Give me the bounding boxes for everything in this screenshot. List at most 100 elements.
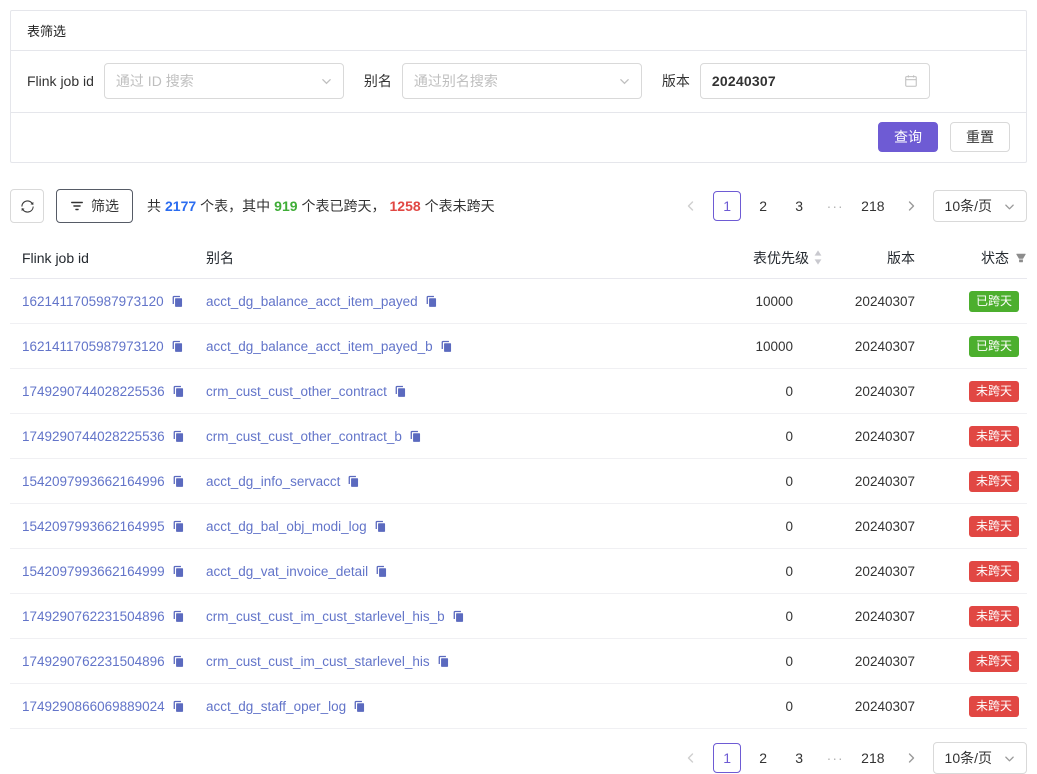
header-status[interactable]: 状态 bbox=[915, 248, 1027, 268]
filter-toggle-button[interactable]: 筛选 bbox=[56, 189, 133, 223]
version-cell: 20240307 bbox=[823, 609, 915, 624]
header-priority[interactable]: 表优先级 bbox=[663, 248, 823, 268]
flink-job-id-link[interactable]: 1749290866069889024 bbox=[22, 699, 165, 714]
flink-job-id-cell: 1621411705987973120 bbox=[10, 294, 206, 309]
page-size-select[interactable]: 10条/页 bbox=[933, 190, 1027, 222]
alias-link[interactable]: acct_dg_vat_invoice_detail bbox=[206, 564, 368, 579]
flink-job-id-cell: 1749290744028225536 bbox=[10, 384, 206, 399]
copy-icon[interactable] bbox=[440, 340, 453, 353]
copy-icon[interactable] bbox=[172, 610, 185, 623]
flink-job-id-cell: 1749290744028225536 bbox=[10, 429, 206, 444]
pagination-prev-button[interactable] bbox=[677, 191, 705, 221]
copy-icon[interactable] bbox=[172, 565, 185, 578]
flink-job-id-cell: 1749290762231504896 bbox=[10, 654, 206, 669]
copy-icon[interactable] bbox=[172, 655, 185, 668]
copy-icon[interactable] bbox=[374, 520, 387, 533]
reset-button[interactable]: 重置 bbox=[950, 122, 1010, 152]
copy-icon[interactable] bbox=[172, 385, 185, 398]
alias-link[interactable]: acct_dg_bal_obj_modi_log bbox=[206, 519, 367, 534]
flink-job-id-link[interactable]: 1542097993662164995 bbox=[22, 519, 165, 534]
copy-icon[interactable] bbox=[172, 520, 185, 533]
filter-toggle-label: 筛选 bbox=[91, 196, 119, 216]
version-cell: 20240307 bbox=[823, 654, 915, 669]
copy-icon[interactable] bbox=[394, 385, 407, 398]
copy-icon[interactable] bbox=[172, 430, 185, 443]
copy-icon[interactable] bbox=[353, 700, 366, 713]
flink-job-id-link[interactable]: 1749290762231504896 bbox=[22, 609, 165, 624]
query-button[interactable]: 查询 bbox=[878, 122, 938, 152]
page-size-select[interactable]: 10条/页 bbox=[933, 742, 1027, 774]
alias-cell: acct_dg_info_servacct bbox=[206, 474, 663, 489]
status-badge: 未跨天 bbox=[969, 471, 1019, 492]
sort-icon[interactable] bbox=[813, 248, 823, 267]
chevron-down-icon bbox=[619, 76, 630, 87]
copy-icon[interactable] bbox=[425, 295, 438, 308]
alias-link[interactable]: acct_dg_balance_acct_item_payed_b bbox=[206, 339, 433, 354]
pagination-page-1[interactable]: 1 bbox=[713, 191, 741, 221]
refresh-button[interactable] bbox=[10, 189, 44, 223]
pagination-next-button[interactable] bbox=[897, 191, 925, 221]
flink-job-id-link[interactable]: 1542097993662164996 bbox=[22, 474, 165, 489]
copy-icon[interactable] bbox=[347, 475, 360, 488]
copy-icon[interactable] bbox=[452, 610, 465, 623]
alias-link[interactable]: crm_cust_cust_other_contract bbox=[206, 384, 387, 399]
header-alias[interactable]: 别名 bbox=[206, 248, 663, 268]
copy-icon[interactable] bbox=[172, 475, 185, 488]
pagination-page-3[interactable]: 3 bbox=[785, 743, 813, 773]
header-flink-job-id[interactable]: Flink job id bbox=[10, 250, 206, 266]
copy-icon[interactable] bbox=[172, 700, 185, 713]
summary-mid1: 个表，其中 bbox=[200, 196, 270, 216]
version-cell: 20240307 bbox=[823, 294, 915, 309]
alias-link[interactable]: crm_cust_cust_im_cust_starlevel_his_b bbox=[206, 609, 445, 624]
flink-job-id-link[interactable]: 1749290762231504896 bbox=[22, 654, 165, 669]
copy-icon[interactable] bbox=[171, 340, 184, 353]
copy-icon[interactable] bbox=[409, 430, 422, 443]
flink-job-id-cell: 1749290762231504896 bbox=[10, 609, 206, 624]
status-cell: 未跨天 bbox=[915, 606, 1027, 627]
priority-cell: 0 bbox=[663, 564, 823, 579]
pagination-page-1[interactable]: 1 bbox=[713, 743, 741, 773]
pagination-top: 123 ··· 218 10条/页 bbox=[677, 190, 1027, 222]
flink-job-id-link[interactable]: 1542097993662164999 bbox=[22, 564, 165, 579]
flink-job-id-link[interactable]: 1749290744028225536 bbox=[22, 384, 165, 399]
pagination-page-3[interactable]: 3 bbox=[785, 191, 813, 221]
flink-job-id-select[interactable]: 通过 ID 搜索 bbox=[104, 63, 344, 99]
alias-cell: acct_dg_balance_acct_item_payed bbox=[206, 294, 663, 309]
header-version[interactable]: 版本 bbox=[823, 248, 915, 268]
pagination-page-218[interactable]: 218 bbox=[857, 743, 888, 773]
priority-cell: 0 bbox=[663, 699, 823, 714]
flink-job-id-link[interactable]: 1621411705987973120 bbox=[22, 339, 164, 354]
version-date-input[interactable]: 20240307 bbox=[700, 63, 930, 99]
copy-icon[interactable] bbox=[375, 565, 388, 578]
pagination-page-218[interactable]: 218 bbox=[857, 191, 888, 221]
alias-cell: acct_dg_staff_oper_log bbox=[206, 699, 663, 714]
flink-job-id-link[interactable]: 1621411705987973120 bbox=[22, 294, 164, 309]
pagination-page-2[interactable]: 2 bbox=[749, 743, 777, 773]
copy-icon[interactable] bbox=[171, 295, 184, 308]
alias-select[interactable]: 通过别名搜索 bbox=[402, 63, 642, 99]
page-size-label: 10条/页 bbox=[945, 196, 992, 216]
table-row: 1542097993662164995 acct_dg_bal_obj_modi… bbox=[10, 504, 1027, 549]
priority-cell: 0 bbox=[663, 384, 823, 399]
alias-link[interactable]: crm_cust_cust_im_cust_starlevel_his bbox=[206, 654, 430, 669]
alias-cell: acct_dg_bal_obj_modi_log bbox=[206, 519, 663, 534]
pagination-page-2[interactable]: 2 bbox=[749, 191, 777, 221]
filter-funnel-icon[interactable] bbox=[1015, 252, 1027, 264]
priority-cell: 10000 bbox=[663, 339, 823, 354]
priority-cell: 0 bbox=[663, 474, 823, 489]
flink-job-id-label: Flink job id bbox=[27, 73, 94, 89]
alias-link[interactable]: acct_dg_info_servacct bbox=[206, 474, 340, 489]
pagination-next-button[interactable] bbox=[897, 743, 925, 773]
copy-icon[interactable] bbox=[437, 655, 450, 668]
alias-link[interactable]: acct_dg_balance_acct_item_payed bbox=[206, 294, 418, 309]
pagination-ellipsis[interactable]: ··· bbox=[821, 743, 849, 773]
flink-job-id-cell: 1542097993662164995 bbox=[10, 519, 206, 534]
flink-job-id-link[interactable]: 1749290744028225536 bbox=[22, 429, 165, 444]
pagination-ellipsis[interactable]: ··· bbox=[821, 191, 849, 221]
status-badge: 未跨天 bbox=[969, 426, 1019, 447]
alias-link[interactable]: crm_cust_cust_other_contract_b bbox=[206, 429, 402, 444]
alias-link[interactable]: acct_dg_staff_oper_log bbox=[206, 699, 346, 714]
status-badge: 未跨天 bbox=[969, 381, 1019, 402]
pagination-prev-button[interactable] bbox=[677, 743, 705, 773]
calendar-icon bbox=[904, 74, 918, 88]
